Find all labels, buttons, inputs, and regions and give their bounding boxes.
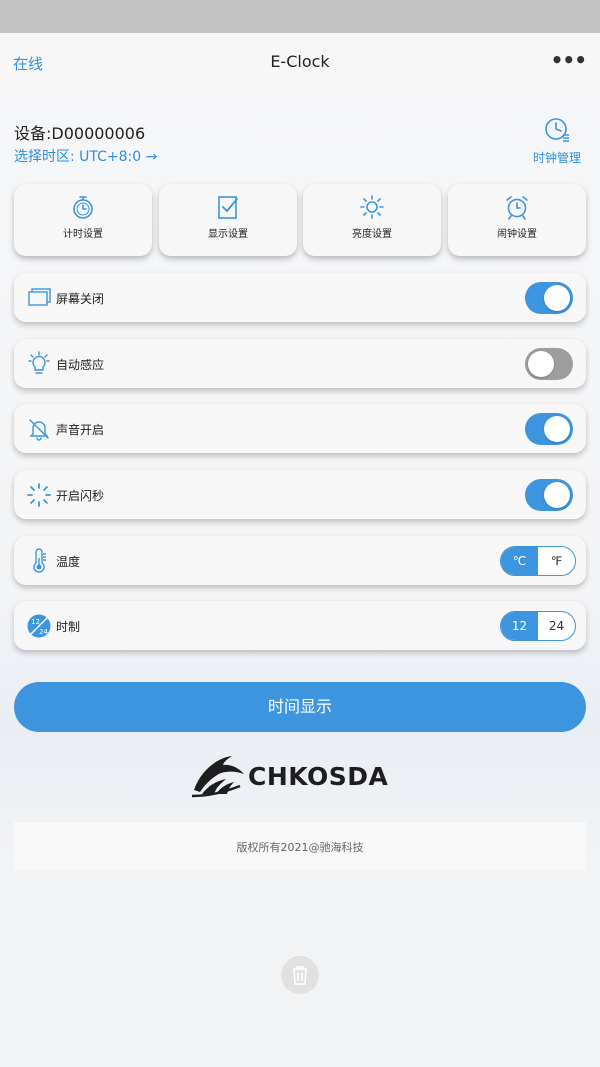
tile-label: 亮度设置	[352, 229, 392, 240]
sound-toggle[interactable]	[525, 413, 573, 445]
setting-row-screen-off: 屏幕关闭	[14, 273, 586, 322]
blink-seconds-toggle[interactable]	[525, 479, 573, 511]
brightness-icon	[360, 195, 384, 219]
clock-manage-label: 时钟管理	[532, 151, 581, 165]
hour-24-option[interactable]: 24	[538, 612, 575, 640]
time-display-button[interactable]: 时间显示	[14, 682, 586, 732]
12-24-icon: 12 24	[27, 614, 51, 638]
screen-icon	[28, 288, 51, 306]
setting-label: 温度	[56, 555, 81, 569]
settings-tiles: 计时设置 显示设置 亮度设置 闹钟设置	[14, 184, 586, 256]
toggle-knob	[544, 285, 570, 311]
trash-icon	[293, 966, 307, 985]
auto-sense-toggle[interactable]	[525, 348, 573, 380]
setting-row-auto-sense: 自动感应	[14, 339, 586, 388]
setting-label: 时制	[56, 620, 81, 634]
screen-off-toggle[interactable]	[525, 282, 573, 314]
svg-text:12: 12	[31, 618, 40, 626]
tile-label: 闹钟设置	[497, 229, 537, 240]
toggle-knob	[544, 482, 570, 508]
device-name: 设备:D00000006	[14, 124, 146, 143]
tile-label: 显示设置	[208, 229, 248, 240]
loading-dots-icon	[27, 483, 51, 507]
toggle-knob	[528, 351, 554, 377]
celsius-option[interactable]: ℃	[501, 547, 538, 575]
setting-row-hour-format: 12 24 时制 12 24	[14, 601, 586, 650]
status-bar	[0, 0, 600, 33]
dolphin-logo-icon	[191, 756, 244, 798]
brand-name: CHKOSDA	[248, 762, 389, 791]
tile-brightness-settings[interactable]: 亮度设置	[303, 184, 441, 256]
fahrenheit-option[interactable]: ℉	[538, 547, 575, 575]
brand-logo: CHKOSDA	[190, 750, 410, 802]
hour-format-selector: 12 24	[500, 611, 576, 641]
setting-row-temperature: 温度 ℃ ℉	[14, 536, 586, 585]
more-dots-icon[interactable]: •••	[551, 48, 587, 72]
tile-label: 计时设置	[63, 229, 103, 240]
svg-text:24: 24	[39, 628, 48, 636]
setting-row-blink-seconds: 开启闪秒	[14, 470, 586, 519]
trash-button[interactable]	[281, 956, 319, 994]
bell-off-icon	[29, 419, 49, 441]
setting-label: 自动感应	[56, 358, 105, 372]
light-bulb-icon	[28, 351, 50, 374]
tile-alarm-settings[interactable]: 闹钟设置	[448, 184, 586, 256]
clock-history-icon	[545, 118, 569, 142]
hour-12-option[interactable]: 12	[501, 612, 538, 640]
copyright-text: 版权所有2021@驰海科技	[14, 822, 586, 870]
tile-timer-settings[interactable]: 计时设置	[14, 184, 152, 256]
stopwatch-icon	[73, 196, 93, 219]
page-title: E-Clock	[270, 52, 330, 71]
display-check-icon	[218, 196, 238, 219]
nav-bar: 在线 E-Clock •••	[0, 33, 600, 91]
temperature-unit-selector: ℃ ℉	[500, 546, 576, 576]
setting-label: 开启闪秒	[56, 489, 105, 503]
timezone-link[interactable]: 选择时区: UTC+8:0 →	[14, 146, 157, 166]
alarm-clock-icon	[506, 196, 528, 220]
clock-manage-button[interactable]: 时钟管理	[532, 115, 582, 166]
setting-label: 屏幕关闭	[56, 292, 105, 306]
tile-display-settings[interactable]: 显示设置	[159, 184, 297, 256]
setting-row-sound: 声音开启	[14, 404, 586, 453]
thermometer-icon	[33, 548, 46, 573]
toggle-knob	[544, 416, 570, 442]
setting-label: 声音开启	[56, 423, 105, 437]
